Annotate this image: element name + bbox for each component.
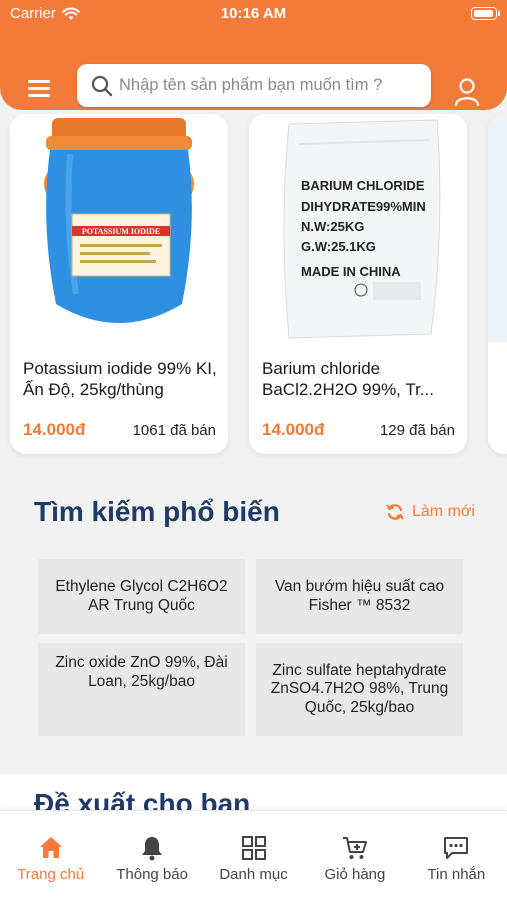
popular-searches: Tìm kiếm phổ biến Làm mới Ethylene Glyco… [0, 475, 507, 755]
popular-search-chip[interactable]: Zinc oxide ZnO 99%, Đài Loan, 25kg/bao [38, 643, 245, 736]
tab-label: Trang chủ [17, 866, 85, 883]
product-carousel[interactable]: POTASSIUM IODIDE Potassium iodide 99% KI… [0, 108, 507, 458]
product-card[interactable]: BARIUM CHLORIDE DIHYDRATE99%MIN N.W:25KG… [249, 114, 467, 454]
clock: 10:16 AM [220, 5, 287, 22]
menu-button[interactable] [28, 80, 52, 100]
refresh-label: Làm mới [412, 503, 475, 520]
menu-line [28, 80, 50, 83]
refresh-icon [386, 504, 404, 520]
product-price: 14.000đ [262, 420, 325, 439]
tab-label: Thông báo [116, 866, 188, 883]
bag-line: MADE IN CHINA [301, 264, 401, 279]
product-card-partial[interactable] [488, 114, 507, 454]
bag-line: BARIUM CHLORIDE [301, 178, 425, 193]
bag-line: N.W:25KG [301, 219, 364, 234]
popular-search-chip[interactable]: Zinc sulfate heptahydrate ZnSO4.7H2O 98%… [256, 643, 463, 736]
message-icon [444, 837, 469, 859]
product-sold-count: 129 đã bán [379, 422, 455, 439]
home-icon [39, 837, 62, 858]
product-price: 14.000đ [23, 420, 86, 439]
tab-label: Giỏ hàng [324, 866, 386, 883]
product-name[interactable]: Barium chloride BaCl2.2H2O 99%, Tr... [262, 358, 458, 400]
refresh-button[interactable]: Làm mới [386, 503, 475, 521]
bag-line: G.W:25.1KG [301, 239, 376, 254]
product-image: BARIUM CHLORIDE DIHYDRATE99%MIN N.W:25KG… [249, 114, 467, 342]
search-input[interactable] [119, 76, 431, 95]
tab-home[interactable]: Trang chủ [0, 811, 101, 900]
tab-label: Tin nhắn [427, 866, 486, 883]
menu-line [28, 87, 50, 90]
cart-icon [342, 837, 367, 859]
tab-notifications[interactable]: Thông báo [101, 811, 202, 900]
tab-label: Danh mục [219, 866, 288, 883]
grid-icon [241, 836, 266, 860]
battery-icon [471, 7, 500, 20]
user-icon[interactable] [454, 78, 480, 106]
product-name[interactable]: Potassium iodide 99% KI, Ấn Độ, 25kg/thù… [23, 358, 219, 400]
menu-line [28, 94, 50, 97]
product-card[interactable]: POTASSIUM IODIDE Potassium iodide 99% KI… [10, 114, 228, 454]
app-header: Carrier 10:16 AM [0, 0, 507, 110]
popular-search-chip[interactable]: Ethylene Glycol C2H6O2 AR Trung Quốc [38, 559, 245, 634]
bag-line: DIHYDRATE99%MIN [301, 199, 426, 214]
tab-cart[interactable]: Giỏ hàng [304, 811, 405, 900]
bell-icon [142, 837, 163, 861]
product-image [488, 114, 507, 342]
drum-label: POTASSIUM IODIDE [82, 227, 160, 236]
product-image: POTASSIUM IODIDE [10, 114, 228, 342]
bottom-tab-bar: Trang chủ Thông báo Danh mục Giỏ hàng Ti… [0, 810, 507, 900]
status-bar: Carrier 10:16 AM [0, 0, 507, 28]
product-sold-count: 1061 đã bán [132, 422, 216, 439]
search-icon [91, 75, 113, 96]
tab-categories[interactable]: Danh mục [203, 811, 304, 900]
tab-messages[interactable]: Tin nhắn [406, 811, 507, 900]
section-title: Tìm kiếm phổ biến [34, 496, 280, 527]
popular-search-chip[interactable]: Van bướm hiệu suất cao Fisher ™ 8532 [256, 559, 463, 634]
search-bar[interactable] [77, 64, 431, 107]
